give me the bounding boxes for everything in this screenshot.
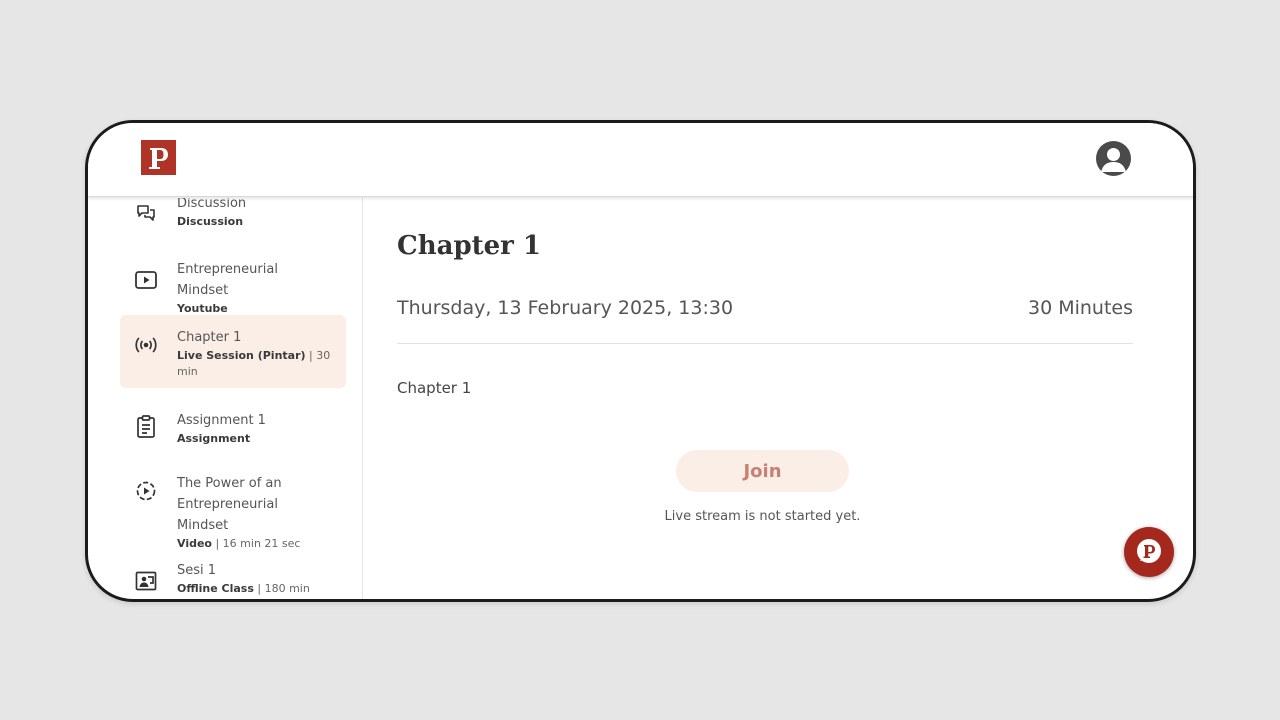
chat-fab-button[interactable] <box>1124 527 1174 577</box>
sidebar-item-subtitle: Assignment <box>177 431 332 447</box>
broadcast-icon <box>132 331 160 359</box>
session-description: Chapter 1 <box>397 379 472 397</box>
sidebar-item-type: Live Session (Pintar) <box>177 349 306 362</box>
chat-p-logo-icon <box>1137 539 1161 563</box>
sidebar-item-meta: | 16 min 21 sec <box>211 537 301 550</box>
sidebar-item-assignment-1[interactable]: Assignment 1 Assignment <box>120 404 346 456</box>
chat-bubbles-icon <box>132 200 160 228</box>
sidebar-item-title: Chapter 1 <box>177 330 242 345</box>
sidebar-item-title: The Power of an Entrepreneurial Mindset <box>177 476 282 533</box>
sidebar-item-subtitle: Video | 16 min 21 sec <box>177 536 332 552</box>
stream-status: Live stream is not started yet. <box>664 509 861 524</box>
sidebar-item-type: Discussion <box>177 215 244 228</box>
sidebar-item-title: Discussion <box>177 198 247 211</box>
sidebar-item-meta: | 180 min <box>253 582 310 595</box>
sidebar-item-type: Video <box>177 537 212 550</box>
sidebar-item-type: Offline Class <box>177 582 254 595</box>
clipboard-icon <box>132 413 160 441</box>
sidebar-item-entrepreneurial-mindset[interactable]: Entrepreneurial Mindset Youtube <box>120 255 346 315</box>
page-title: Chapter 1 <box>397 231 542 261</box>
sidebar-item-title: Assignment 1 <box>177 413 266 428</box>
play-square-icon <box>132 266 160 294</box>
user-avatar[interactable] <box>1096 141 1131 176</box>
join-button[interactable]: Join <box>676 450 849 492</box>
sidebar-item-type: Youtube <box>177 302 228 315</box>
session-datetime: Thursday, 13 February 2025, 13:30 <box>397 297 734 319</box>
classroom-icon <box>132 567 160 595</box>
app-window: Discussion Discussion Entrepreneurial Mi… <box>85 120 1196 602</box>
sidebar-item-subtitle: Live Session (Pintar) | 30 min <box>177 348 332 380</box>
sidebar-item-title: Sesi 1 <box>177 563 217 578</box>
brand-logo[interactable] <box>141 140 176 175</box>
sidebar-item-subtitle: Discussion <box>177 214 332 230</box>
session-detail: Chapter 1 Thursday, 13 February 2025, 13… <box>364 198 1193 599</box>
sidebar-item-subtitle: Offline Class | 180 min <box>177 581 332 597</box>
sidebar-item-chapter-1[interactable]: Chapter 1 Live Session (Pintar) | 30 min <box>120 315 346 388</box>
user-avatar-icon <box>1101 148 1126 172</box>
brand-p-logo-icon <box>148 147 168 169</box>
play-circle-dashed-icon <box>132 477 160 505</box>
sidebar-item-sesi-1[interactable]: Sesi 1 Offline Class | 180 min <box>120 556 346 599</box>
divider <box>397 343 1133 344</box>
top-bar <box>88 123 1193 197</box>
sidebar-item-type: Assignment <box>177 432 251 445</box>
course-sidebar: Discussion Discussion Entrepreneurial Mi… <box>88 198 363 599</box>
sidebar-item-discussion[interactable]: Discussion Discussion <box>120 198 346 242</box>
sidebar-item-title: Entrepreneurial Mindset <box>177 262 278 298</box>
sidebar-item-power-of-entrepreneurial-mindset[interactable]: The Power of an Entrepreneurial Mindset … <box>120 466 346 550</box>
session-duration: 30 Minutes <box>1027 297 1133 319</box>
